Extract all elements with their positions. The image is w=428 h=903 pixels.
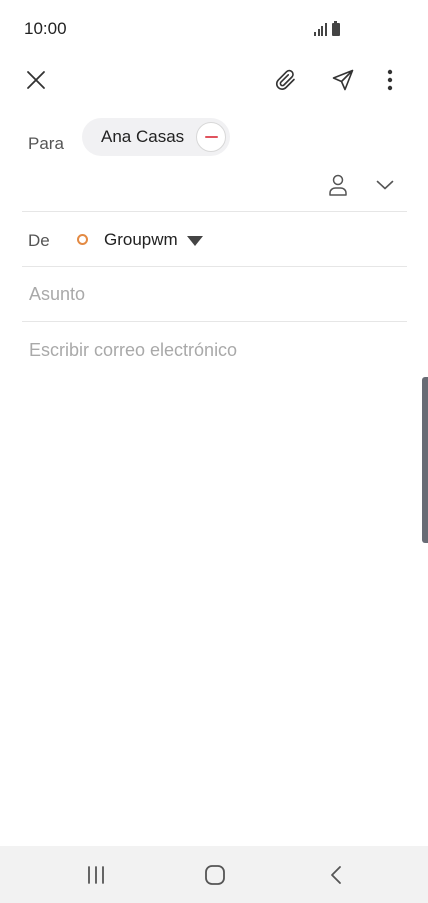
caret-down-icon: [187, 236, 203, 246]
from-label: De: [28, 231, 50, 250]
status-bar: 10:00: [0, 0, 428, 56]
send-icon: [332, 69, 354, 91]
more-vertical-icon: [387, 69, 393, 91]
recipient-chip[interactable]: Ana Casas: [82, 118, 231, 156]
divider: [22, 321, 407, 322]
expand-recipients-button[interactable]: [370, 172, 400, 198]
recipients-row: Para Ana Casas: [0, 112, 428, 212]
home-icon: [205, 865, 225, 885]
battery-icon: [331, 21, 340, 36]
add-contact-button[interactable]: [322, 170, 354, 200]
contact-person-icon: [329, 174, 347, 196]
status-time: 10:00: [24, 19, 67, 38]
paperclip-icon: [275, 69, 295, 90]
navigation-bar: [0, 846, 428, 903]
body-input[interactable]: [22, 330, 407, 810]
from-row: De Groupwm: [0, 212, 428, 266]
recipient-name: Ana Casas: [101, 127, 185, 146]
home-button[interactable]: [195, 860, 235, 890]
close-button[interactable]: [16, 60, 56, 100]
recents-icon: [88, 866, 104, 884]
chevron-down-icon: [376, 180, 394, 190]
from-account-dropdown[interactable]: [186, 234, 204, 248]
close-icon: [27, 71, 45, 89]
compose-toolbar: [0, 56, 428, 104]
back-icon: [331, 866, 341, 884]
remove-recipient-button[interactable]: [196, 122, 227, 152]
edge-panel-handle[interactable]: [422, 377, 428, 543]
recents-button[interactable]: [76, 860, 116, 890]
subject-input[interactable]: [22, 267, 407, 321]
back-button[interactable]: [316, 860, 356, 890]
send-button[interactable]: [323, 60, 363, 100]
status-icons: [314, 20, 340, 36]
remove-icon: [204, 135, 218, 139]
from-account[interactable]: Groupwm: [104, 230, 178, 250]
account-color-dot: [77, 234, 88, 245]
more-options-button[interactable]: [370, 60, 410, 100]
signal-icon: [314, 22, 327, 36]
attach-button[interactable]: [266, 60, 306, 100]
to-label: Para: [28, 134, 64, 153]
